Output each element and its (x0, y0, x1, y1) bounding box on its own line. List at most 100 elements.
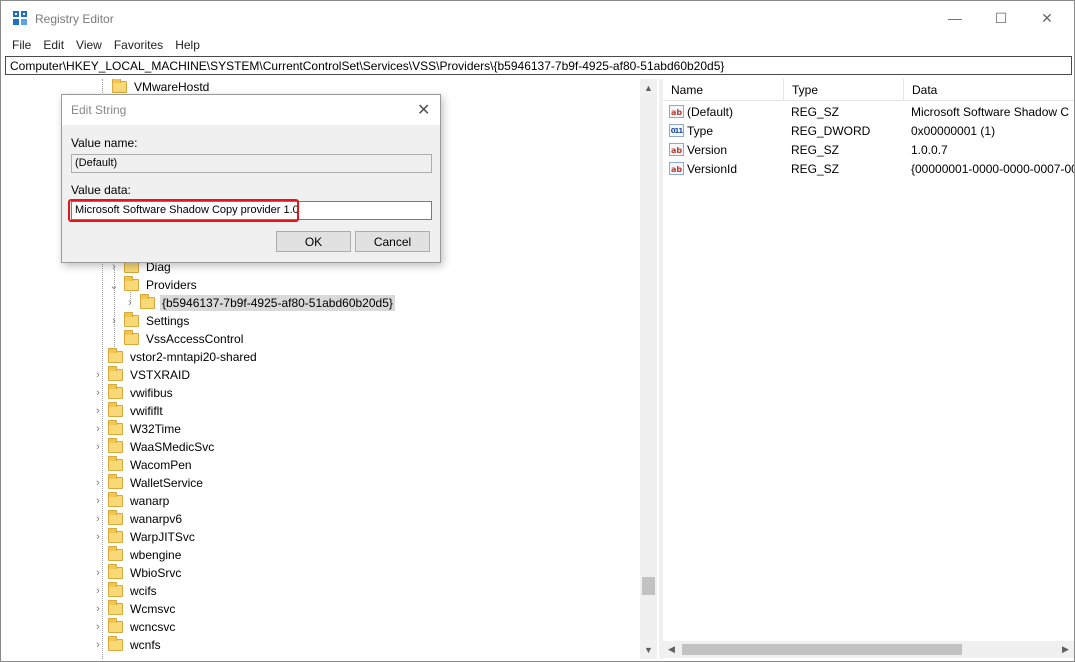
expand-arrow-icon[interactable]: › (124, 294, 136, 312)
list-header: Name Type Data (663, 79, 1074, 101)
menu-favorites[interactable]: Favorites (108, 35, 169, 55)
expand-arrow-icon[interactable]: › (92, 600, 104, 618)
value-name: (Default) (687, 104, 734, 119)
expand-arrow-icon[interactable]: › (92, 510, 104, 528)
scroll-right-icon[interactable]: ▶ (1057, 641, 1074, 658)
tree-item[interactable]: wbengine (92, 546, 183, 564)
tree-item[interactable]: › vwififlt (92, 402, 165, 420)
expander-icon[interactable] (92, 546, 104, 564)
expand-arrow-icon[interactable]: › (92, 438, 104, 456)
tree-item[interactable]: › WarpJITSvc (92, 528, 197, 546)
folder-icon (108, 420, 123, 435)
dialog-title: Edit String (71, 103, 127, 117)
expand-arrow-icon[interactable]: › (92, 492, 104, 510)
expand-arrow-icon[interactable]: › (92, 384, 104, 402)
tree-item[interactable]: › Wcmsvc (92, 600, 177, 618)
column-header-type[interactable]: Type (784, 79, 904, 101)
collapse-arrow-icon[interactable]: ⌄ (108, 276, 120, 294)
tree-item[interactable]: › vwifibus (92, 384, 175, 402)
tree-item[interactable]: VssAccessControl (108, 330, 245, 348)
maximize-button[interactable]: ☐ (978, 1, 1024, 35)
menu-view[interactable]: View (70, 35, 108, 55)
folder-icon (108, 384, 123, 399)
expand-arrow-icon[interactable]: › (92, 636, 104, 654)
close-button[interactable]: ✕ (1024, 1, 1070, 35)
expand-arrow-icon[interactable]: › (92, 618, 104, 636)
expand-arrow-icon[interactable]: › (108, 312, 120, 330)
tree-item-selected[interactable]: › {b5946137-7b9f-4925-af80-51abd60b20d5} (124, 294, 395, 312)
value-row[interactable]: 011 Type REG_DWORD 0x00000001 (1) (663, 121, 1074, 140)
list-horizontal-scrollbar[interactable]: ◀ ▶ (663, 641, 1074, 658)
value-name: VersionId (687, 161, 738, 176)
scroll-down-icon[interactable]: ▼ (640, 641, 657, 658)
dialog-title-bar[interactable]: Edit String ✕ (62, 95, 440, 125)
expand-arrow-icon[interactable]: › (92, 402, 104, 420)
expander-icon[interactable] (108, 330, 120, 348)
tree-item-label: VMwareHostd (134, 80, 210, 94)
tree-item-label: wcnfs (130, 638, 161, 652)
tree-item[interactable]: WacomPen (92, 456, 194, 474)
minimize-button[interactable]: — (932, 1, 978, 35)
tree-item[interactable]: › W32Time (92, 420, 183, 438)
value-row[interactable]: ab Version REG_SZ 1.0.0.7 (663, 140, 1074, 159)
expand-arrow-icon[interactable]: › (92, 420, 104, 438)
expand-arrow-icon[interactable]: › (92, 528, 104, 546)
folder-icon (108, 366, 123, 381)
tree-item[interactable]: › WaaSMedicSvc (92, 438, 216, 456)
scroll-up-icon[interactable]: ▲ (640, 79, 657, 96)
tree-item[interactable]: › wcifs (92, 582, 159, 600)
tree-item[interactable]: vstor2-mntapi20-shared (92, 348, 259, 366)
binary-value-icon: 011 (669, 124, 684, 137)
expand-arrow-icon[interactable]: › (92, 366, 104, 384)
column-header-name[interactable]: Name (663, 79, 784, 101)
value-row[interactable]: ab (Default) REG_SZ Microsoft Software Sh… (663, 102, 1074, 121)
tree-item[interactable]: › VSTXRAID (92, 366, 192, 384)
value-type: REG_SZ (791, 161, 840, 176)
tree-item[interactable]: › Settings (108, 312, 191, 330)
menu-help[interactable]: Help (169, 35, 206, 55)
tree-item[interactable]: › wanarp (92, 492, 171, 510)
expander-icon[interactable] (92, 456, 104, 474)
expand-arrow-icon[interactable]: › (92, 582, 104, 600)
dialog-close-icon[interactable]: ✕ (417, 100, 430, 120)
scroll-thumb[interactable] (682, 644, 962, 655)
folder-icon (108, 546, 123, 561)
value-name-field: (Default) (71, 154, 432, 173)
folder-icon (108, 564, 123, 579)
folder-icon (108, 402, 123, 417)
title-bar[interactable]: Registry Editor — ☐ ✕ (1, 1, 1074, 35)
ok-button[interactable]: OK (276, 231, 351, 252)
tree-item-label: {b5946137-7b9f-4925-af80-51abd60b20d5} (160, 295, 395, 311)
value-data: {00000001-0000-0000-0007-00 (911, 161, 1074, 176)
tree-item[interactable]: › WbioSrvc (92, 564, 183, 582)
tree-item-label: Providers (146, 278, 197, 292)
tree-item[interactable]: › wcncsvc (92, 618, 177, 636)
tree-item[interactable]: › WalletService (92, 474, 205, 492)
tree-item-label: WacomPen (130, 458, 192, 472)
tree-vertical-scrollbar[interactable]: ▲ ▼ (640, 79, 657, 659)
tree-item[interactable]: › wanarpv6 (92, 510, 184, 528)
value-row[interactable]: ab VersionId REG_SZ {00000001-0000-0000-0… (663, 159, 1074, 178)
expand-arrow-icon[interactable]: › (92, 474, 104, 492)
folder-icon (108, 582, 123, 597)
tree-item[interactable]: ⌄ Providers (108, 276, 199, 294)
values-list[interactable]: Name Type Data ab (Default) REG_SZ Micros… (663, 79, 1074, 659)
scroll-thumb[interactable] (642, 577, 655, 595)
cancel-button[interactable]: Cancel (355, 231, 430, 252)
menu-file[interactable]: File (1, 35, 37, 55)
tree-item-label: WaaSMedicSvc (130, 440, 215, 454)
highlight-box (68, 199, 299, 222)
value-name-label: Value name: (71, 136, 138, 150)
folder-icon (108, 636, 123, 651)
menu-edit[interactable]: Edit (37, 35, 70, 55)
tree-item-label: wanarpv6 (130, 512, 183, 526)
column-header-data[interactable]: Data (904, 79, 1074, 101)
tree-item[interactable]: › wcnfs (92, 636, 163, 654)
scroll-left-icon[interactable]: ◀ (663, 641, 680, 658)
expander-icon[interactable] (92, 348, 104, 366)
expand-arrow-icon[interactable]: › (92, 564, 104, 582)
address-bar[interactable]: Computer\HKEY_LOCAL_MACHINE\SYSTEM\Curre… (5, 56, 1072, 75)
window-title: Registry Editor (35, 12, 114, 26)
folder-icon (108, 528, 123, 543)
tree-item-label: W32Time (130, 422, 181, 436)
